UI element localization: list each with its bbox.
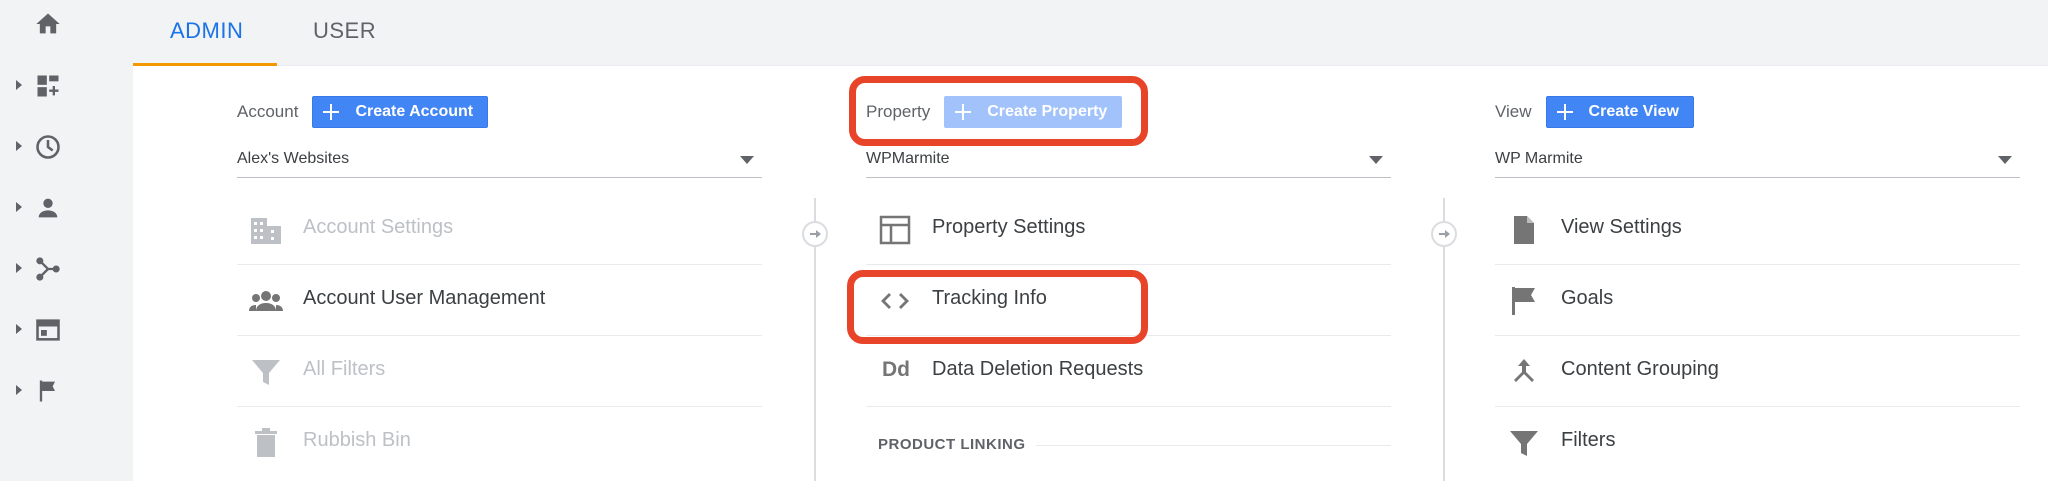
account-title: Account (237, 102, 299, 121)
rail-item-home[interactable] (0, 0, 133, 50)
menu-label: Property Settings (932, 216, 1086, 238)
view-header: View Create View (1495, 96, 1694, 128)
menu-account-settings[interactable]: Account Settings (237, 194, 762, 265)
menu-label: Account User Management (303, 287, 546, 309)
menu-filters[interactable]: Filters (1495, 407, 2020, 478)
expand-arrow-icon (16, 263, 22, 273)
expand-arrow-icon (16, 202, 22, 212)
arrow-circle-icon (802, 221, 828, 247)
expand-arrow-icon (16, 141, 22, 151)
tab-user[interactable]: USER (313, 18, 376, 44)
section-divider (1036, 445, 1391, 446)
menu-all-filters[interactable]: All Filters (237, 336, 762, 407)
menu-property-settings[interactable]: Property Settings (866, 194, 1391, 265)
create-account-button[interactable]: Create Account (312, 96, 489, 128)
menu-label: Rubbish Bin (303, 429, 411, 451)
create-view-button[interactable]: Create View (1545, 96, 1694, 128)
dashboard-icon (37, 75, 59, 97)
filter-icon (252, 360, 280, 385)
dd-icon: Dd (882, 358, 910, 381)
people-icon (249, 291, 283, 311)
menu-view-settings[interactable]: View Settings (1495, 194, 2020, 265)
clock-icon (36, 135, 60, 159)
menu-label: Account Settings (303, 216, 454, 238)
highlight-tracking-info (847, 270, 1148, 344)
dropdown-caret-icon (740, 156, 754, 164)
account-selected-value: Alex's Websites (237, 150, 350, 167)
expand-arrow-icon (16, 385, 22, 395)
menu-label: View Settings (1561, 216, 1682, 238)
create-account-label: Create Account (355, 103, 474, 120)
top-tab-bar: ADMIN USER (133, 0, 2048, 66)
rail-item-audience[interactable] (0, 182, 133, 232)
filter-icon (1510, 431, 1538, 456)
arrow-circle-icon (1431, 221, 1457, 247)
plus-icon (321, 102, 341, 122)
flag-icon (39, 380, 55, 402)
rail-item-realtime[interactable] (0, 121, 133, 171)
view-title: View (1495, 102, 1532, 121)
view-column: View Create View WP Marmite View Setting… (1495, 66, 2020, 481)
trash-icon (255, 428, 277, 457)
layout-icon (879, 215, 911, 245)
highlight-create-property (849, 76, 1148, 146)
expand-arrow-icon (16, 80, 22, 90)
product-linking-heading: PRODUCT LINKING (878, 436, 1026, 453)
building-icon (251, 218, 281, 244)
create-view-label: Create View (1588, 103, 1679, 120)
rail-item-customization[interactable] (0, 60, 133, 110)
person-icon (38, 198, 58, 218)
behavior-icon (36, 319, 60, 341)
home-icon (36, 13, 60, 34)
property-selected-value: WPMarmite (866, 150, 950, 167)
goal-flag-icon (1512, 287, 1535, 315)
acquisition-icon (36, 257, 60, 281)
menu-goals[interactable]: Goals (1495, 265, 2020, 336)
document-icon (1514, 216, 1534, 244)
dropdown-caret-icon (1369, 156, 1383, 164)
merge-icon (1514, 359, 1534, 382)
rail-item-behavior[interactable] (0, 304, 133, 354)
menu-label: Filters (1561, 429, 1616, 451)
menu-label: All Filters (303, 358, 386, 380)
menu-content-grouping[interactable]: Content Grouping (1495, 336, 2020, 407)
account-header: Account Create Account (237, 96, 489, 128)
left-nav-rail (0, 0, 133, 481)
menu-label: Content Grouping (1561, 358, 1719, 380)
view-selector[interactable]: WP Marmite (1495, 146, 2020, 178)
menu-label: Goals (1561, 287, 1614, 309)
rail-item-acquisition[interactable] (0, 243, 133, 293)
menu-account-user-management[interactable]: Account User Management (237, 265, 762, 336)
plus-icon (1555, 102, 1575, 122)
menu-data-deletion-requests[interactable]: Dd Data Deletion Requests (866, 336, 1391, 407)
tab-admin[interactable]: ADMIN (170, 18, 243, 44)
expand-arrow-icon (16, 324, 22, 334)
rail-item-conversions[interactable] (0, 365, 133, 415)
dropdown-caret-icon (1998, 156, 2012, 164)
menu-rubbish-bin[interactable]: Rubbish Bin (237, 407, 762, 478)
account-column: Account Create Account Alex's Websites A… (237, 66, 762, 481)
view-selected-value: WP Marmite (1495, 150, 1583, 167)
menu-label: Data Deletion Requests (932, 358, 1144, 380)
property-selector[interactable]: WPMarmite (866, 146, 1391, 178)
account-selector[interactable]: Alex's Websites (237, 146, 762, 178)
